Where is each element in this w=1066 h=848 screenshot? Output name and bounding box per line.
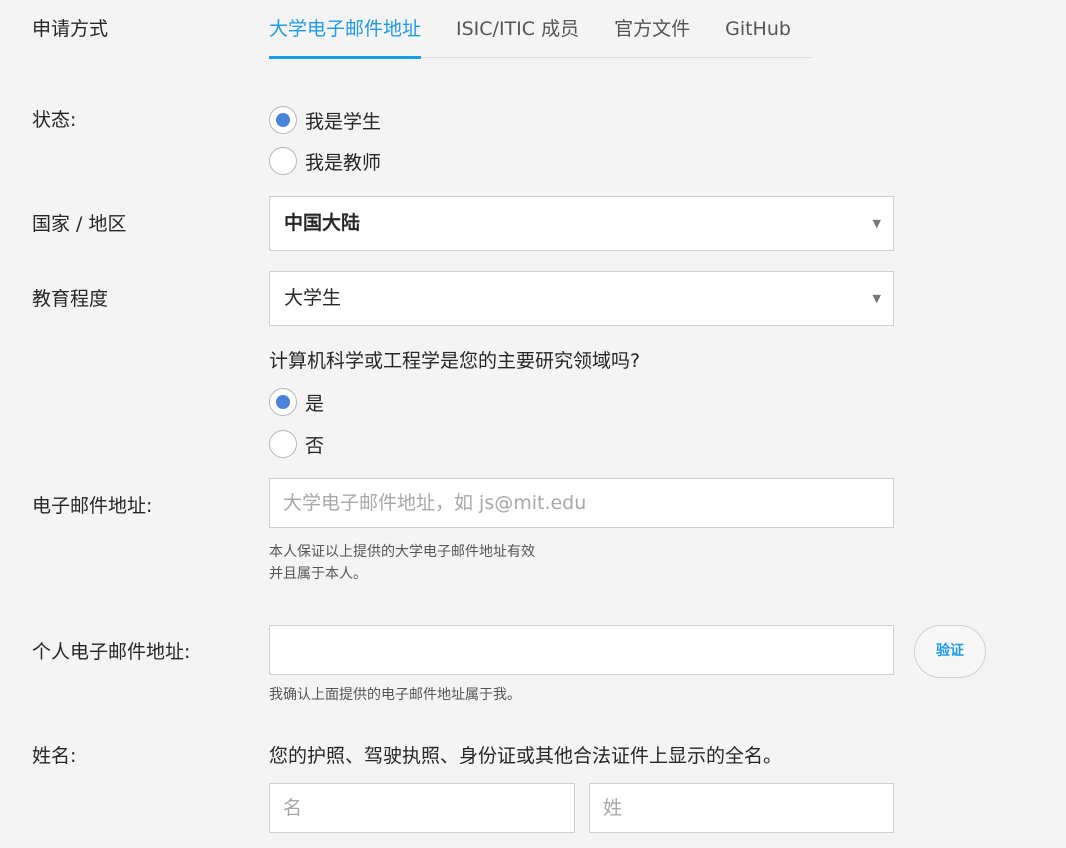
radio-student[interactable]: 我是学生	[269, 105, 381, 135]
tab-isic-itic[interactable]: ISIC/ITIC 成员	[456, 0, 579, 58]
university-email-helper: 本人保证以上提供的大学电子邮件地址有效 并且属于本人。	[269, 541, 535, 585]
personal-email-helper: 我确认上面提供的电子邮件地址属于我。	[269, 687, 521, 703]
name-label: 姓名:	[32, 745, 77, 767]
education-select[interactable]: 大学生 ▼	[269, 271, 894, 326]
verify-button[interactable]: 验证	[914, 625, 986, 678]
tab-university-email[interactable]: 大学电子邮件地址	[269, 0, 422, 59]
radio-teacher-circle[interactable]	[269, 147, 297, 175]
tab-official-document[interactable]: 官方文件	[614, 0, 690, 58]
radio-teacher[interactable]: 我是教师	[269, 146, 381, 176]
tab-github[interactable]: GitHub	[725, 0, 791, 58]
country-select[interactable]: 中国大陆 ▼	[269, 196, 894, 251]
radio-cs-yes-label: 是	[305, 392, 325, 415]
country-select-value: 中国大陆	[284, 212, 361, 234]
country-label: 国家 / 地区	[32, 213, 127, 235]
cs-major-question: 计算机科学或工程学是您的主要研究领域吗?	[269, 350, 641, 372]
personal-email-input[interactable]	[269, 625, 894, 675]
radio-student-circle[interactable]	[269, 106, 297, 134]
caret-down-icon: ▼	[872, 292, 881, 305]
university-email-label: 电子邮件地址:	[32, 495, 153, 517]
university-email-input[interactable]	[269, 478, 894, 528]
name-hint: 您的护照、驾驶执照、身份证或其他合法证件上显示的全名。	[269, 745, 783, 767]
radio-student-label: 我是学生	[305, 110, 382, 133]
first-name-input[interactable]	[269, 783, 575, 833]
status-label: 状态:	[32, 109, 77, 131]
university-email-helper-line2: 并且属于本人。	[269, 566, 367, 582]
radio-cs-no[interactable]: 否	[269, 429, 324, 459]
radio-cs-no-circle[interactable]	[269, 430, 297, 458]
radio-teacher-label: 我是教师	[305, 151, 382, 174]
radio-cs-no-label: 否	[305, 434, 325, 457]
education-label: 教育程度	[32, 288, 109, 310]
university-email-helper-line1: 本人保证以上提供的大学电子邮件地址有效	[269, 544, 535, 560]
radio-cs-yes[interactable]: 是	[269, 387, 324, 417]
apply-method-label: 申请方式	[32, 18, 109, 40]
apply-method-tabs: 大学电子邮件地址 ISIC/ITIC 成员 官方文件 GitHub	[269, 0, 812, 59]
last-name-input[interactable]	[589, 783, 894, 833]
radio-cs-yes-circle[interactable]	[269, 388, 297, 416]
education-select-value: 大学生	[284, 287, 342, 309]
caret-down-icon: ▼	[872, 217, 881, 230]
personal-email-label: 个人电子邮件地址:	[32, 641, 191, 663]
